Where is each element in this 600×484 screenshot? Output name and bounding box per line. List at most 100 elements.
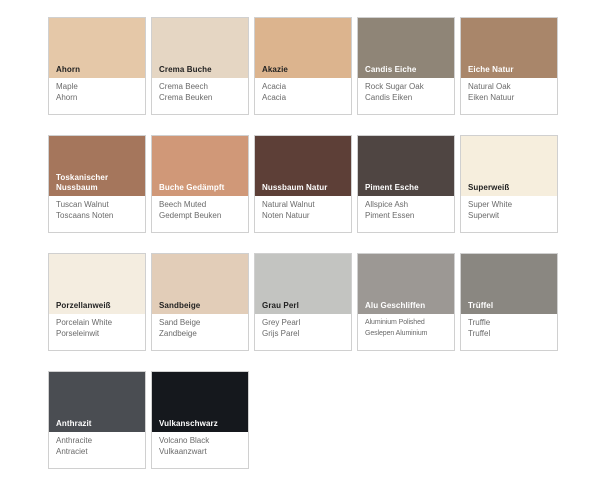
swatch-color: Akazie <box>255 18 351 78</box>
swatch-name-nl: Toscaans Noten <box>56 211 114 220</box>
swatch-title: Trüffel <box>468 301 494 310</box>
swatch-title: Piment Esche <box>365 183 419 192</box>
swatch-translations: Maple Ahorn <box>56 81 78 103</box>
swatch-translations: Aluminium Polished Geslepen Aluminium <box>365 317 428 339</box>
swatch-title: Ahorn <box>56 65 81 74</box>
swatch-title: Superweiß <box>468 183 510 192</box>
swatch-translations: Natural Walnut Noten Natuur <box>262 199 315 221</box>
swatch-title: Alu Geschliffen <box>365 301 426 310</box>
swatch-title: Candis Eiche <box>365 65 417 74</box>
swatch-tile[interactable]: Alu Geschliffen Aluminium Polished Geslepe… <box>357 253 455 351</box>
swatch-name-nl: Eiken Natuur <box>468 93 515 102</box>
swatch-translations: Super White Superwit <box>468 199 512 221</box>
swatch-title: Nussbaum Natur <box>262 183 328 192</box>
swatch-name-nl: Vulkaanzwart <box>159 447 207 456</box>
swatch-title: Sandbeige <box>159 301 201 310</box>
swatch-name-en: Volcano Black <box>159 436 210 445</box>
swatch-color: Toskanischer Nussbaum <box>49 136 145 196</box>
swatch-color: Trüffel <box>461 254 557 314</box>
swatch-name-en: Anthracite <box>56 436 93 445</box>
swatch-color: Crema Buche <box>152 18 248 78</box>
swatch-name-nl: Candis Eiken <box>365 93 413 102</box>
swatch-translations: Allspice Ash Piment Essen <box>365 199 414 221</box>
swatch-tile[interactable]: Superweiß Super White Superwit <box>460 135 558 233</box>
swatch-name-nl: Ahorn <box>56 93 78 102</box>
swatch-translations: Tuscan Walnut Toscaans Noten <box>56 199 113 221</box>
swatch-translations: Grey Pearl Grijs Parel <box>262 317 300 339</box>
swatch-color: Vulkanschwarz <box>152 372 248 432</box>
swatch-color: Piment Esche <box>358 136 454 196</box>
swatch-tile[interactable]: Anthrazit Anthracite Antraciet <box>48 371 146 469</box>
swatch-translations: Sand Beige Zandbeige <box>159 317 200 339</box>
swatch-translations: Volcano Black Vulkaanzwart <box>159 435 209 457</box>
swatch-name-en: Allspice Ash <box>365 200 409 209</box>
swatch-name-en: Crema Beech <box>159 82 208 91</box>
swatch-tile[interactable]: Trüffel Truffle Truffel <box>460 253 558 351</box>
swatch-name-en: Maple <box>56 82 78 91</box>
swatch-name-nl: Superwit <box>468 211 500 220</box>
swatch-color: Superweiß <box>461 136 557 196</box>
swatch-color: Anthrazit <box>49 372 145 432</box>
swatch-tile[interactable]: Grau Perl Grey Pearl Grijs Parel <box>254 253 352 351</box>
swatch-color: Grau Perl <box>255 254 351 314</box>
swatch-name-nl: Porseleinwit <box>56 329 100 338</box>
swatch-translations: Rock Sugar Oak Candis Eiken <box>365 81 424 103</box>
swatch-title: Vulkanschwarz <box>159 419 218 428</box>
swatch-title: Akazie <box>262 65 288 74</box>
swatch-tile[interactable]: Sandbeige Sand Beige Zandbeige <box>151 253 249 351</box>
swatch-color: Nussbaum Natur <box>255 136 351 196</box>
swatch-tile[interactable]: Candis Eiche Rock Sugar Oak Candis Eiken <box>357 17 455 115</box>
swatch-translations: Truffle Truffel <box>468 317 490 339</box>
swatch-name-en: Beech Muted <box>159 200 207 209</box>
swatch-color: Sandbeige <box>152 254 248 314</box>
swatch-name-nl: Piment Essen <box>365 211 415 220</box>
swatch-name-nl: Acacia <box>262 93 287 102</box>
swatch-tile[interactable]: Crema Buche Crema Beech Crema Beuken <box>151 17 249 115</box>
swatch-title: Anthrazit <box>56 419 92 428</box>
swatch-title: Crema Buche <box>159 65 212 74</box>
swatch-tile[interactable]: Akazie Acacia Acacia <box>254 17 352 115</box>
swatch-title: Toskanischer Nussbaum <box>56 173 109 192</box>
swatch-name-nl: Zandbeige <box>159 329 197 338</box>
swatch-tile[interactable]: Toskanischer Nussbaum Tuscan Walnut Toscaa… <box>48 135 146 233</box>
swatch-name-en: Sand Beige <box>159 318 201 327</box>
swatch-name-nl: Gedempt Beuken <box>159 211 222 220</box>
swatch-tile[interactable]: Vulkanschwarz Volcano Black Vulkaanzwart <box>151 371 249 469</box>
swatch-name-nl: Noten Natuur <box>262 211 310 220</box>
swatch-translations: Crema Beech Crema Beuken <box>159 81 212 103</box>
swatch-name-en: Aluminium Polished <box>365 319 425 326</box>
swatch-translations: Anthracite Antraciet <box>56 435 92 457</box>
swatch-tile[interactable]: Nussbaum Natur Natural Walnut Noten Natuur <box>254 135 352 233</box>
swatch-name-en: Natural Walnut <box>262 200 315 209</box>
swatch-title: Eiche Natur <box>468 65 514 74</box>
swatch-tile[interactable]: Ahorn Maple Ahorn <box>48 17 146 115</box>
swatch-name-en: Rock Sugar Oak <box>365 82 424 91</box>
swatch-title: Buche Gedämpft <box>159 183 225 192</box>
swatch-tile[interactable]: Eiche Natur Natural Oak Eiken Natuur <box>460 17 558 115</box>
swatch-name-en: Super White <box>468 200 513 209</box>
swatch-tile[interactable]: Buche Gedämpft Beech Muted Gedempt Beuken <box>151 135 249 233</box>
swatch-color: Porzellanweiß <box>49 254 145 314</box>
swatch-name-en: Grey Pearl <box>262 318 301 327</box>
swatch-color: Eiche Natur <box>461 18 557 78</box>
swatch-name-nl: Antraciet <box>56 447 88 456</box>
swatch-name-nl: Truffel <box>468 329 491 338</box>
swatch-translations: Acacia Acacia <box>262 81 286 103</box>
swatch-name-en: Acacia <box>262 82 287 91</box>
swatch-name-nl: Geslepen Aluminium <box>365 330 428 337</box>
swatch-color: Alu Geschliffen <box>358 254 454 314</box>
swatch-name-nl: Crema Beuken <box>159 93 213 102</box>
swatch-tile[interactable]: Piment Esche Allspice Ash Piment Essen <box>357 135 455 233</box>
swatch-tile[interactable]: Porzellanweiß Porcelain White Porseleinwit <box>48 253 146 351</box>
swatch-name-en: Truffle <box>468 318 491 327</box>
swatch-translations: Beech Muted Gedempt Beuken <box>159 199 221 221</box>
swatch-title: Grau Perl <box>262 301 299 310</box>
swatch-translations: Natural Oak Eiken Natuur <box>468 81 514 103</box>
swatch-title: Porzellanweiß <box>56 301 111 310</box>
swatch-color: Ahorn <box>49 18 145 78</box>
swatch-translations: Porcelain White Porseleinwit <box>56 317 112 339</box>
swatch-name-en: Porcelain White <box>56 318 113 327</box>
swatch-name-nl: Grijs Parel <box>262 329 300 338</box>
swatch-color: Candis Eiche <box>358 18 454 78</box>
swatch-color: Buche Gedämpft <box>152 136 248 196</box>
